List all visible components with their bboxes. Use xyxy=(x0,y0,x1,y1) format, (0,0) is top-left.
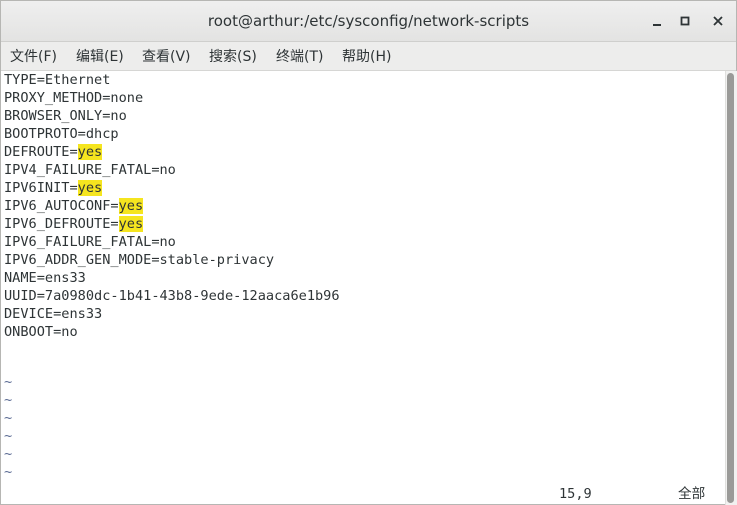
search-highlight: yes xyxy=(77,144,103,160)
menu-terminal[interactable]: 终端(T) xyxy=(276,46,323,66)
config-key: IPV6INIT= xyxy=(4,180,78,196)
empty-line-marker: ~ xyxy=(4,446,13,462)
config-line: IPV6_DEFROUTE=yes xyxy=(4,215,144,233)
menu-file[interactable]: 文件(F) xyxy=(10,46,57,66)
config-key: IPV4_FAILURE_FATAL= xyxy=(4,162,160,178)
empty-line-marker: ~ xyxy=(4,464,13,480)
config-key: TYPE= xyxy=(4,72,45,88)
config-value: none xyxy=(110,90,144,106)
cursor-position: 15,9 xyxy=(559,486,592,502)
terminal-text-area[interactable]: TYPE=Ethernet PROXY_METHOD=none BROWSER_… xyxy=(3,71,724,504)
config-key: IPV6_ADDR_GEN_MODE= xyxy=(4,252,160,268)
config-value: Ethernet xyxy=(44,72,111,88)
config-value: ens33 xyxy=(44,270,86,286)
config-key: BOOTPROTO= xyxy=(4,126,86,142)
config-key: NAME= xyxy=(4,270,45,286)
config-key: IPV6_AUTOCONF= xyxy=(4,198,119,214)
config-key: PROXY_METHOD= xyxy=(4,90,111,106)
config-line: IPV6_FAILURE_FATAL=no xyxy=(4,233,176,251)
config-value: no xyxy=(159,162,176,178)
config-key: ONBOOT= xyxy=(4,324,62,340)
empty-line-marker: ~ xyxy=(4,374,13,390)
config-value: 7a0980dc-1b41-43b8-9ede-12aaca6e1b96 xyxy=(44,288,340,304)
minimize-button[interactable] xyxy=(645,9,669,33)
close-button[interactable] xyxy=(706,9,730,33)
config-key: DEVICE= xyxy=(4,306,62,322)
config-key: UUID= xyxy=(4,288,45,304)
config-value: dhcp xyxy=(85,126,119,142)
config-line: IPV6_AUTOCONF=yes xyxy=(4,197,144,215)
empty-line-marker: ~ xyxy=(4,428,13,444)
search-highlight: yes xyxy=(118,198,144,214)
config-key: BROWSER_ONLY= xyxy=(4,108,111,124)
config-key: DEFROUTE= xyxy=(4,144,78,160)
menu-help[interactable]: 帮助(H) xyxy=(342,46,391,66)
maximize-button[interactable] xyxy=(673,9,697,33)
search-highlight: yes xyxy=(118,216,144,232)
search-highlight: yes xyxy=(77,180,103,196)
config-line: IPV6INIT=yes xyxy=(4,179,103,197)
menu-view[interactable]: 查看(V) xyxy=(142,46,191,66)
config-line: BOOTPROTO=dhcp xyxy=(4,125,119,143)
title-bar[interactable]: root@arthur:/etc/sysconfig/network-scrip… xyxy=(1,1,736,42)
config-line: DEVICE=ens33 xyxy=(4,305,102,323)
empty-line-marker: ~ xyxy=(4,392,13,408)
config-line: UUID=7a0980dc-1b41-43b8-9ede-12aaca6e1b9… xyxy=(4,287,340,305)
scroll-percent: 全部 xyxy=(678,486,706,502)
config-line: PROXY_METHOD=none xyxy=(4,89,143,107)
terminal-window: root@arthur:/etc/sysconfig/network-scrip… xyxy=(0,0,737,505)
close-icon xyxy=(706,9,730,33)
config-value: ens33 xyxy=(61,306,103,322)
minimize-icon xyxy=(645,9,669,33)
config-line: NAME=ens33 xyxy=(4,269,86,287)
scrollbar-thumb[interactable] xyxy=(727,73,734,503)
config-value: no xyxy=(159,234,176,250)
config-value: stable-privacy xyxy=(159,252,275,268)
config-line: IPV6_ADDR_GEN_MODE=stable-privacy xyxy=(4,251,274,269)
config-line: ONBOOT=no xyxy=(4,323,78,341)
menu-edit[interactable]: 编辑(E) xyxy=(76,46,124,66)
config-line: TYPE=Ethernet xyxy=(4,71,110,89)
maximize-icon xyxy=(673,9,697,33)
config-line: IPV4_FAILURE_FATAL=no xyxy=(4,161,176,179)
config-value: no xyxy=(110,108,127,124)
config-line: BROWSER_ONLY=no xyxy=(4,107,127,125)
config-value: no xyxy=(61,324,78,340)
config-key: IPV6_DEFROUTE= xyxy=(4,216,119,232)
menu-search[interactable]: 搜索(S) xyxy=(209,46,257,66)
menu-bar: 文件(F) 编辑(E) 查看(V) 搜索(S) 终端(T) 帮助(H) xyxy=(1,42,736,71)
config-key: IPV6_FAILURE_FATAL= xyxy=(4,234,160,250)
config-line: DEFROUTE=yes xyxy=(4,143,103,161)
window-title: root@arthur:/etc/sysconfig/network-scrip… xyxy=(207,12,530,30)
empty-line-marker: ~ xyxy=(4,410,13,426)
